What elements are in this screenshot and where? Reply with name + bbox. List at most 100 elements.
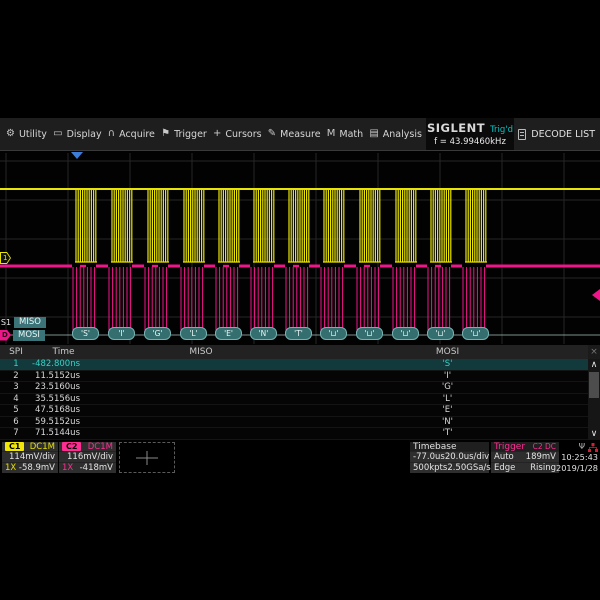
table-row[interactable]: 771.5144us'T' xyxy=(0,428,588,440)
waveform-display-area[interactable]: 1 S1 MISO D MOSI 'S''I''G''L''E''N''T''⊔… xyxy=(0,150,600,345)
cell-time: 35.5156us xyxy=(32,394,95,405)
trigger-level: 189mV xyxy=(526,452,556,462)
oscilloscope-screen: ⚙Utility ▭Display ∩Acquire ⚑Trigger +Cur… xyxy=(0,118,600,475)
decode-bubble: '⊔' xyxy=(462,327,489,340)
menu-label: Measure xyxy=(280,129,320,140)
add-channel-button[interactable] xyxy=(119,442,175,473)
channel1-panel[interactable]: C1DC1M 114mV/div 1X-58.9mV xyxy=(2,442,58,473)
channel2-scale: 116mV/div xyxy=(62,452,113,462)
trigger-position-marker[interactable] xyxy=(71,152,83,159)
decode-position-marker[interactable]: D xyxy=(0,330,11,341)
cell-miso xyxy=(95,359,307,370)
channel1-coupling: DC1M xyxy=(30,442,55,452)
cell-mosi: 'I' xyxy=(307,371,588,382)
clock-date: 2019/1/28 xyxy=(561,463,598,473)
cell-miso xyxy=(95,394,307,405)
cell-time: 71.5144us xyxy=(32,428,95,439)
timebase-samplerate: 2.50GSa/s xyxy=(447,463,490,473)
timebase-panel[interactable]: Timebase -77.0us20.0us/div 500kpts2.50GS… xyxy=(410,442,489,473)
menu-label: Display xyxy=(67,129,102,140)
trigger-panel[interactable]: TriggerC2 DC Auto189mV EdgeRising xyxy=(491,442,559,473)
decode-bubble: '⊔' xyxy=(320,327,347,340)
brand-status-box: SIGLENT Trig'd f = 43.99460kHz xyxy=(426,118,514,150)
table-header-row: SPI Time MISO MOSI xyxy=(0,345,588,359)
header-time: Time xyxy=(32,345,95,359)
menu-item-display[interactable]: ▭Display xyxy=(53,129,101,140)
menu-label: Utility xyxy=(19,129,47,140)
scroll-up-icon[interactable]: ∧ xyxy=(588,359,600,371)
analysis-icon: ▤ xyxy=(369,129,378,139)
cursors-icon: + xyxy=(213,129,221,139)
decode-bubble: 'N' xyxy=(250,327,277,340)
decode-bubble: 'S' xyxy=(72,327,99,340)
miso-bus-badge[interactable]: MISO xyxy=(14,317,46,328)
acquire-icon: ∩ xyxy=(108,129,115,139)
table-scrollbar[interactable]: ∧ ∨ xyxy=(588,359,600,440)
menu-item-acquire[interactable]: ∩ Acquire xyxy=(108,129,155,140)
measure-icon: ✎ xyxy=(268,129,276,139)
decode-bubble: '⊔' xyxy=(392,327,419,340)
menu-item-analysis[interactable]: ▤ Analysis xyxy=(369,129,422,140)
menu-item-trigger[interactable]: ⚑Trigger xyxy=(161,129,207,140)
table-body: 1-482.800ns 'S'211.5152us'I'323.5160us'G'… xyxy=(0,359,588,440)
channel1-badge: C1 xyxy=(5,442,24,451)
usb-icon: Ψ xyxy=(579,442,585,452)
table-row[interactable]: 659.5152us 'N' xyxy=(0,417,588,429)
decode-bubble: 'L' xyxy=(180,327,207,340)
decode-list-button[interactable]: DECODE LIST xyxy=(518,118,595,150)
timebase-scale: 20.0us/div xyxy=(445,452,489,462)
lan-icon xyxy=(588,443,598,452)
cell-spi: 1 xyxy=(0,359,32,370)
decode-bubble: '⊔' xyxy=(427,327,454,340)
menu-items: ⚙Utility ▭Display ∩ Acquire ⚑Trigger +Cur… xyxy=(6,118,422,150)
close-icon[interactable]: × xyxy=(588,345,600,359)
mosi-bus-badge[interactable]: MOSI xyxy=(13,330,45,341)
table-row[interactable]: 323.5160us'G' xyxy=(0,382,588,394)
cell-mosi: 'N' xyxy=(307,417,588,428)
cell-time: 59.5152us xyxy=(32,417,95,428)
cell-miso xyxy=(95,371,307,382)
brand-logo: SIGLENT xyxy=(427,121,485,135)
cell-mosi: 'E' xyxy=(307,405,588,416)
trigger-source: C2 DC xyxy=(533,442,556,451)
header-spi: SPI xyxy=(0,345,32,359)
menu-bar: ⚙Utility ▭Display ∩ Acquire ⚑Trigger +Cur… xyxy=(0,118,600,150)
math-icon: M xyxy=(327,129,336,139)
decode-list-label: DECODE LIST xyxy=(531,129,595,140)
menu-label: Acquire xyxy=(119,129,155,140)
decode-bubble: 'G' xyxy=(144,327,171,340)
channel2-panel[interactable]: C2DC1M 116mV/div 1X-418mV xyxy=(59,442,116,473)
cell-time: -482.800ns xyxy=(32,359,95,370)
clock-time: 10:25:43 xyxy=(561,452,598,462)
menu-item-utility[interactable]: ⚙Utility xyxy=(6,129,47,140)
menu-item-measure[interactable]: ✎ Measure xyxy=(268,129,321,140)
cell-mosi: 'L' xyxy=(307,394,588,405)
trigger-title: Trigger xyxy=(494,442,525,452)
decode-bubble: 'E' xyxy=(215,327,242,340)
menu-item-math[interactable]: MMath xyxy=(327,129,363,140)
waveform-plot xyxy=(0,151,600,346)
menu-label: Analysis xyxy=(383,129,422,140)
trigger-slope: Rising xyxy=(530,463,556,473)
scrollbar-thumb[interactable] xyxy=(589,372,599,398)
cell-spi: 5 xyxy=(0,405,32,416)
table-row[interactable]: 1-482.800ns 'S' xyxy=(0,359,588,371)
channel2-atten: 1X xyxy=(62,463,73,473)
cell-spi: 3 xyxy=(0,382,32,393)
cell-mosi: 'S' xyxy=(307,359,588,370)
flag-icon: ⚑ xyxy=(161,129,170,139)
timebase-title: Timebase xyxy=(413,442,456,452)
scroll-down-icon[interactable]: ∨ xyxy=(588,428,600,440)
bottom-status-bar: C1DC1M 114mV/div 1X-58.9mV C2DC1M 116mV/… xyxy=(0,440,600,475)
menu-item-cursors[interactable]: +Cursors xyxy=(213,129,262,140)
cell-spi: 6 xyxy=(0,417,32,428)
table-row[interactable]: 547.5168us'E' xyxy=(0,405,588,417)
trigger-frequency-readout: f = 43.99460kHz xyxy=(426,137,514,147)
table-row[interactable]: 435.5156us 'L' xyxy=(0,394,588,406)
trigger-type: Edge xyxy=(494,463,515,473)
trigger-level-marker[interactable] xyxy=(592,289,600,301)
cell-miso xyxy=(95,417,307,428)
table-row[interactable]: 211.5152us'I' xyxy=(0,371,588,383)
decode-list-table: SPI Time MISO MOSI × 1-482.800ns 'S'211.5… xyxy=(0,345,600,440)
cell-spi: 4 xyxy=(0,394,32,405)
